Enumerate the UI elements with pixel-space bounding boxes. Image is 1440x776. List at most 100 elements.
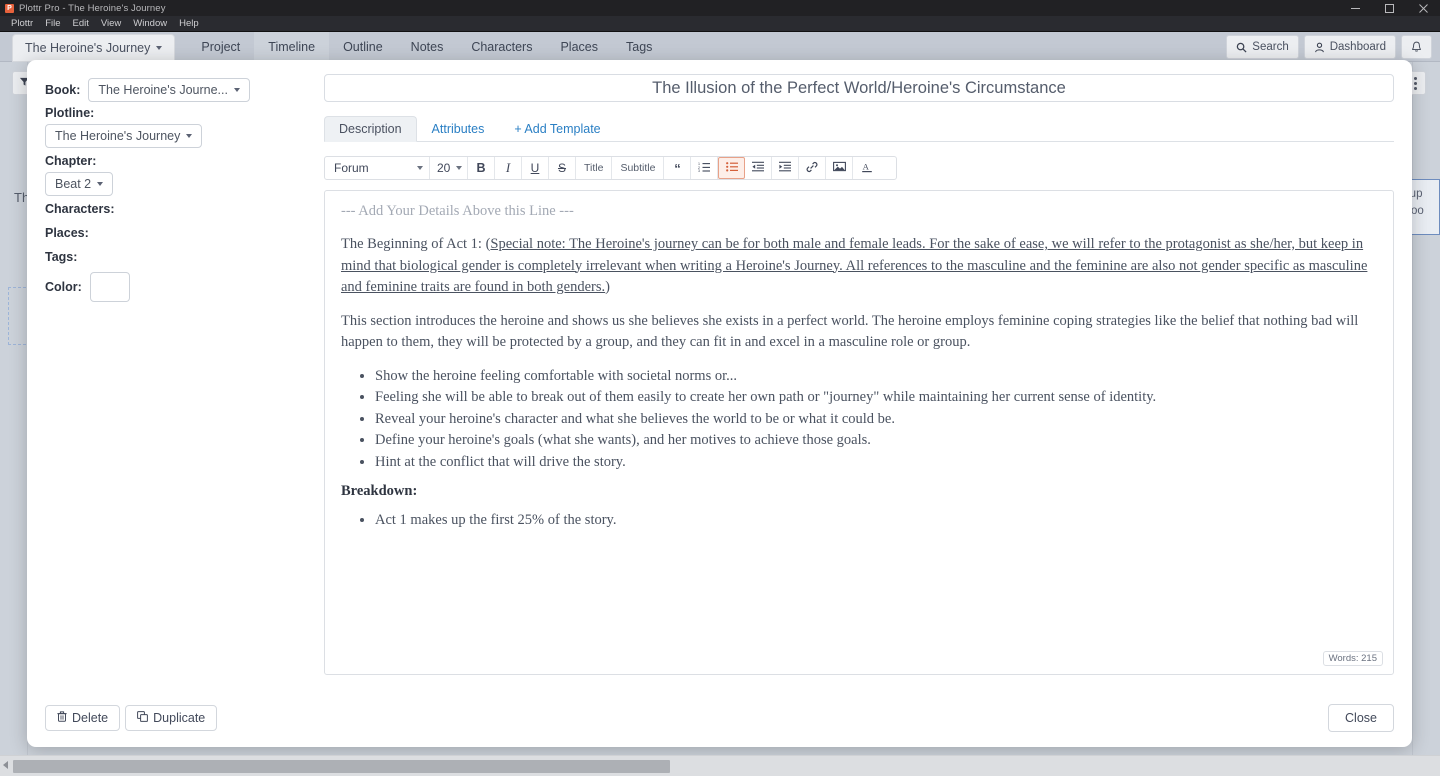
chapter-field-value: Beat 2	[55, 177, 92, 191]
text-color-button[interactable]: A	[853, 157, 880, 179]
modal-footer: Delete Duplicate Close	[27, 689, 1412, 747]
maximize-icon[interactable]	[1372, 0, 1406, 16]
book-field-row: Book: The Heroine's Journe...	[45, 78, 318, 102]
window-title: Plottr Pro - The Heroine's Journey	[19, 2, 166, 14]
scene-title-input[interactable]: The Illusion of the Perfect World/Heroin…	[324, 74, 1394, 102]
places-field-row[interactable]: Places:	[45, 226, 318, 240]
tab-attributes[interactable]: Attributes	[417, 116, 500, 141]
tab-notes[interactable]: Notes	[397, 32, 458, 61]
characters-field-label: Characters:	[45, 202, 115, 216]
menu-item-window[interactable]: Window	[127, 16, 173, 32]
chapter-field-select[interactable]: Beat 2	[45, 172, 114, 196]
strikethrough-button[interactable]: S	[549, 157, 576, 179]
tab-outline[interactable]: Outline	[329, 32, 397, 61]
editor-paragraph-1: The Beginning of Act 1: (Special note: T…	[341, 234, 1377, 299]
places-field-label: Places:	[45, 226, 89, 240]
tab-description[interactable]: Description	[324, 116, 417, 142]
blockquote-button[interactable]: “	[664, 157, 692, 179]
notifications-button[interactable]	[1401, 35, 1432, 59]
strikethrough-icon: S	[557, 161, 566, 175]
timeline-gridline	[1412, 62, 1413, 776]
add-template-button[interactable]: + Add Template	[499, 116, 615, 141]
font-size-select[interactable]: 20	[430, 157, 468, 179]
chevron-down-icon	[456, 166, 462, 170]
chevron-down-icon	[97, 182, 104, 186]
tags-field-row[interactable]: Tags:	[45, 250, 318, 264]
search-button[interactable]: Search	[1226, 35, 1299, 59]
minimize-icon[interactable]	[1338, 0, 1372, 16]
tab-characters[interactable]: Characters	[457, 32, 546, 61]
copy-icon	[137, 711, 149, 725]
book-field-value: The Heroine's Journe...	[98, 83, 228, 97]
insert-image-button[interactable]	[826, 157, 854, 179]
window-titlebar: P Plottr Pro - The Heroine's Journey	[0, 0, 1440, 16]
book-selector[interactable]: The Heroine's Journey	[12, 34, 176, 62]
ordered-list-button[interactable]: 123	[691, 157, 719, 179]
delete-button[interactable]: Delete	[45, 705, 121, 731]
outdent-icon	[752, 161, 765, 175]
characters-field-row[interactable]: Characters:	[45, 202, 318, 216]
font-size-value: 20	[437, 161, 451, 175]
bell-icon	[1411, 41, 1422, 53]
list-item: Reveal your heroine's character and what…	[375, 409, 1377, 431]
plotline-field-row: Plotline: The Heroine's Journey	[45, 106, 318, 148]
plottr-logo-icon: P	[5, 3, 14, 13]
blockquote-icon: “	[674, 160, 681, 176]
menu-item-file[interactable]: File	[39, 16, 66, 32]
chapter-field-label: Chapter:	[45, 154, 97, 168]
plotline-field-select[interactable]: The Heroine's Journey	[45, 124, 203, 148]
close-icon[interactable]	[1406, 0, 1440, 16]
editor-breakdown-heading: Breakdown:	[341, 483, 418, 499]
close-button[interactable]: Close	[1328, 704, 1394, 732]
search-button-label: Search	[1252, 41, 1289, 53]
bold-button[interactable]: B	[468, 157, 495, 179]
menu-item-edit[interactable]: Edit	[67, 16, 95, 32]
menu-item-plottr[interactable]: Plottr	[5, 16, 39, 32]
underline-button[interactable]: U	[522, 157, 549, 179]
bullet-list-button[interactable]	[718, 157, 746, 179]
editor-para1-lead: The Beginning of Act 1: (	[341, 236, 491, 252]
color-swatch[interactable]	[89, 272, 130, 302]
description-editor[interactable]: --- Add Your Details Above this Line ---…	[324, 190, 1394, 675]
duplicate-button[interactable]: Duplicate	[125, 705, 218, 731]
book-field-select[interactable]: The Heroine's Journe...	[88, 78, 250, 102]
title-style-button[interactable]: Title	[576, 157, 613, 179]
chevron-down-icon	[156, 46, 163, 50]
underline-icon: U	[530, 161, 540, 175]
tab-timeline[interactable]: Timeline	[254, 32, 330, 61]
modal-sidebar: Book: The Heroine's Journe... Plotline: …	[27, 60, 318, 689]
footer-actions-left: Delete Duplicate	[45, 705, 218, 731]
modal-main: The Illusion of the Perfect World/Heroin…	[318, 60, 1412, 689]
font-family-select[interactable]: Forum	[325, 157, 430, 179]
horizontal-scrollbar[interactable]	[0, 755, 1440, 776]
svg-text:3: 3	[698, 169, 700, 172]
scroll-left-icon[interactable]	[3, 761, 8, 769]
main-tabs: Project Timeline Outline Notes Character…	[187, 32, 666, 61]
svg-text:A: A	[863, 161, 870, 171]
search-icon	[1236, 42, 1247, 53]
menu-item-help[interactable]: Help	[173, 16, 205, 32]
modal-tabs: Description Attributes + Add Template	[324, 116, 1394, 142]
editor-hint-line: --- Add Your Details Above this Line ---	[341, 203, 574, 219]
color-field-label: Color:	[45, 280, 82, 294]
more-options-icon	[1413, 86, 1417, 90]
tab-places[interactable]: Places	[546, 32, 612, 61]
scrollbar-thumb[interactable]	[13, 760, 670, 773]
bold-icon: B	[476, 161, 486, 175]
menu-item-view[interactable]: View	[95, 16, 127, 32]
indent-button[interactable]	[772, 157, 800, 179]
subtitle-style-button[interactable]: Subtitle	[612, 157, 665, 179]
tab-project[interactable]: Project	[187, 32, 254, 61]
link-button[interactable]	[799, 157, 827, 179]
dashboard-button[interactable]: Dashboard	[1303, 35, 1396, 59]
duplicate-button-label: Duplicate	[153, 711, 206, 725]
tab-tags[interactable]: Tags	[612, 32, 666, 61]
editor-para1-tail: )	[605, 279, 610, 295]
text-color-icon: A	[861, 161, 873, 176]
italic-button[interactable]: I	[495, 157, 522, 179]
bullet-list-icon	[726, 161, 738, 175]
outdent-button[interactable]	[745, 157, 773, 179]
scene-title-value: The Illusion of the Perfect World/Heroin…	[652, 78, 1066, 97]
plotline-field-value: The Heroine's Journey	[55, 129, 181, 143]
chevron-down-icon	[233, 88, 240, 92]
